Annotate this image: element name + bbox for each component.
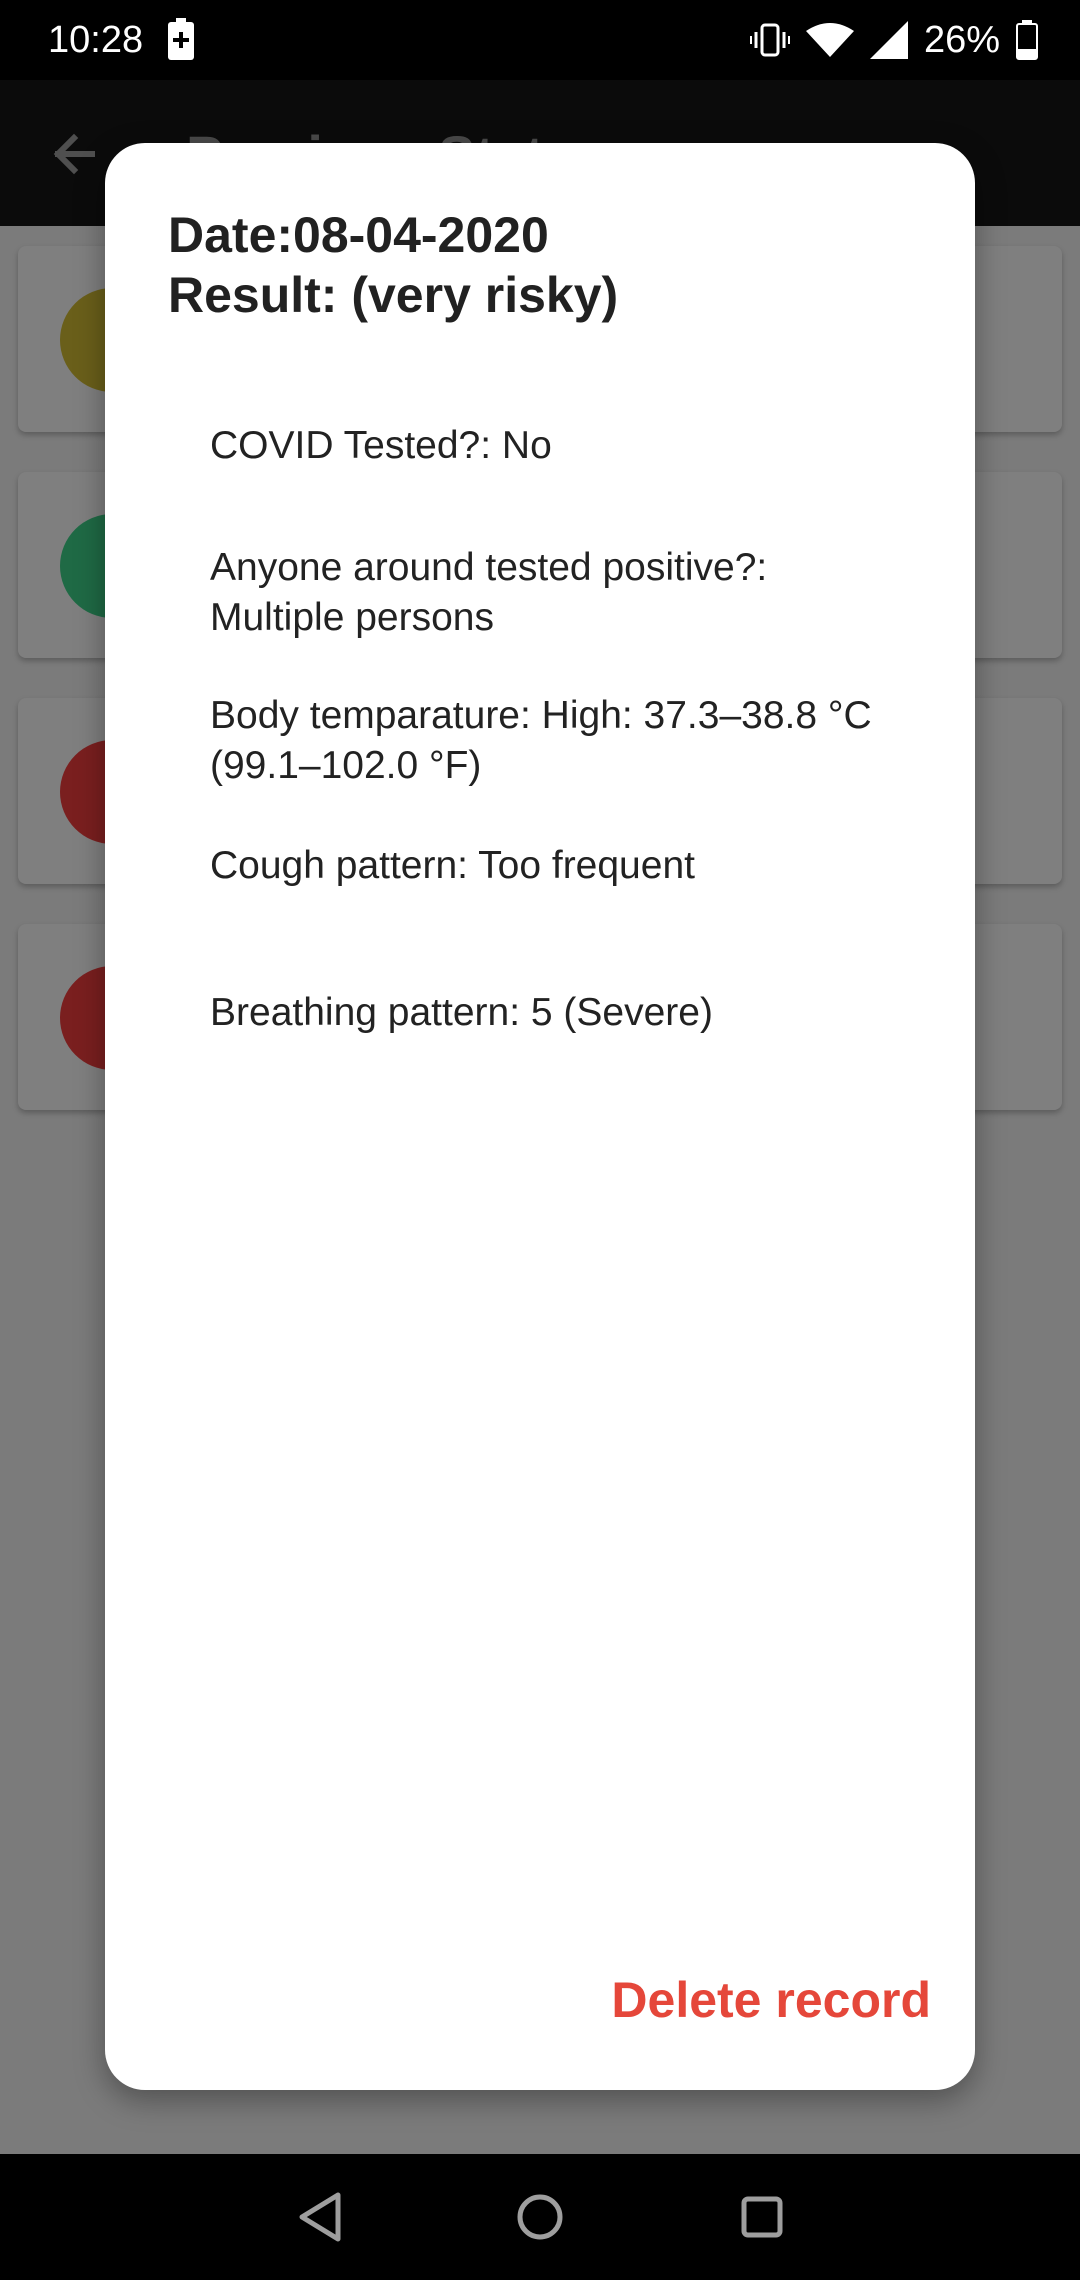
status-time: 10:28 [48, 19, 144, 61]
vibrate-icon [749, 23, 790, 57]
record-date: Date:08-04-2020 [168, 207, 549, 263]
cough-pattern-field: Cough pattern: Too frequent [210, 844, 695, 887]
recents-icon[interactable] [732, 2187, 792, 2247]
record-details-dialog: Date:08-04-2020 Result: (very risky) COV… [105, 143, 975, 2090]
battery-percent: 26% [923, 19, 1000, 61]
status-bar: 10:28 26% [0, 0, 1080, 80]
breathing-pattern-field: Breathing pattern: 5 (Severe) [210, 991, 713, 1034]
dialog-title: Date:08-04-2020 Result: (very risky) [168, 205, 928, 325]
status-icons: 26% [749, 14, 1038, 66]
cell-signal-icon [869, 21, 908, 59]
record-result: Result: (very risky) [168, 267, 619, 323]
covid-tested-field: COVID Tested?: No [210, 424, 552, 467]
navigation-bar [0, 2154, 1080, 2280]
body-temperature-field: Body temparature: High: 37.3–38.8 °C (99… [210, 694, 872, 787]
home-icon[interactable] [510, 2187, 570, 2247]
battery-charging-icon [168, 18, 194, 60]
back-icon[interactable] [292, 2187, 352, 2247]
battery-icon [1016, 20, 1038, 60]
delete-record-button[interactable]: Delete record [611, 1969, 931, 2031]
wifi-icon [805, 23, 854, 57]
anyone-positive-field: Anyone around tested positive?: Multiple… [210, 546, 768, 639]
back-arrow-icon[interactable] [46, 126, 102, 182]
